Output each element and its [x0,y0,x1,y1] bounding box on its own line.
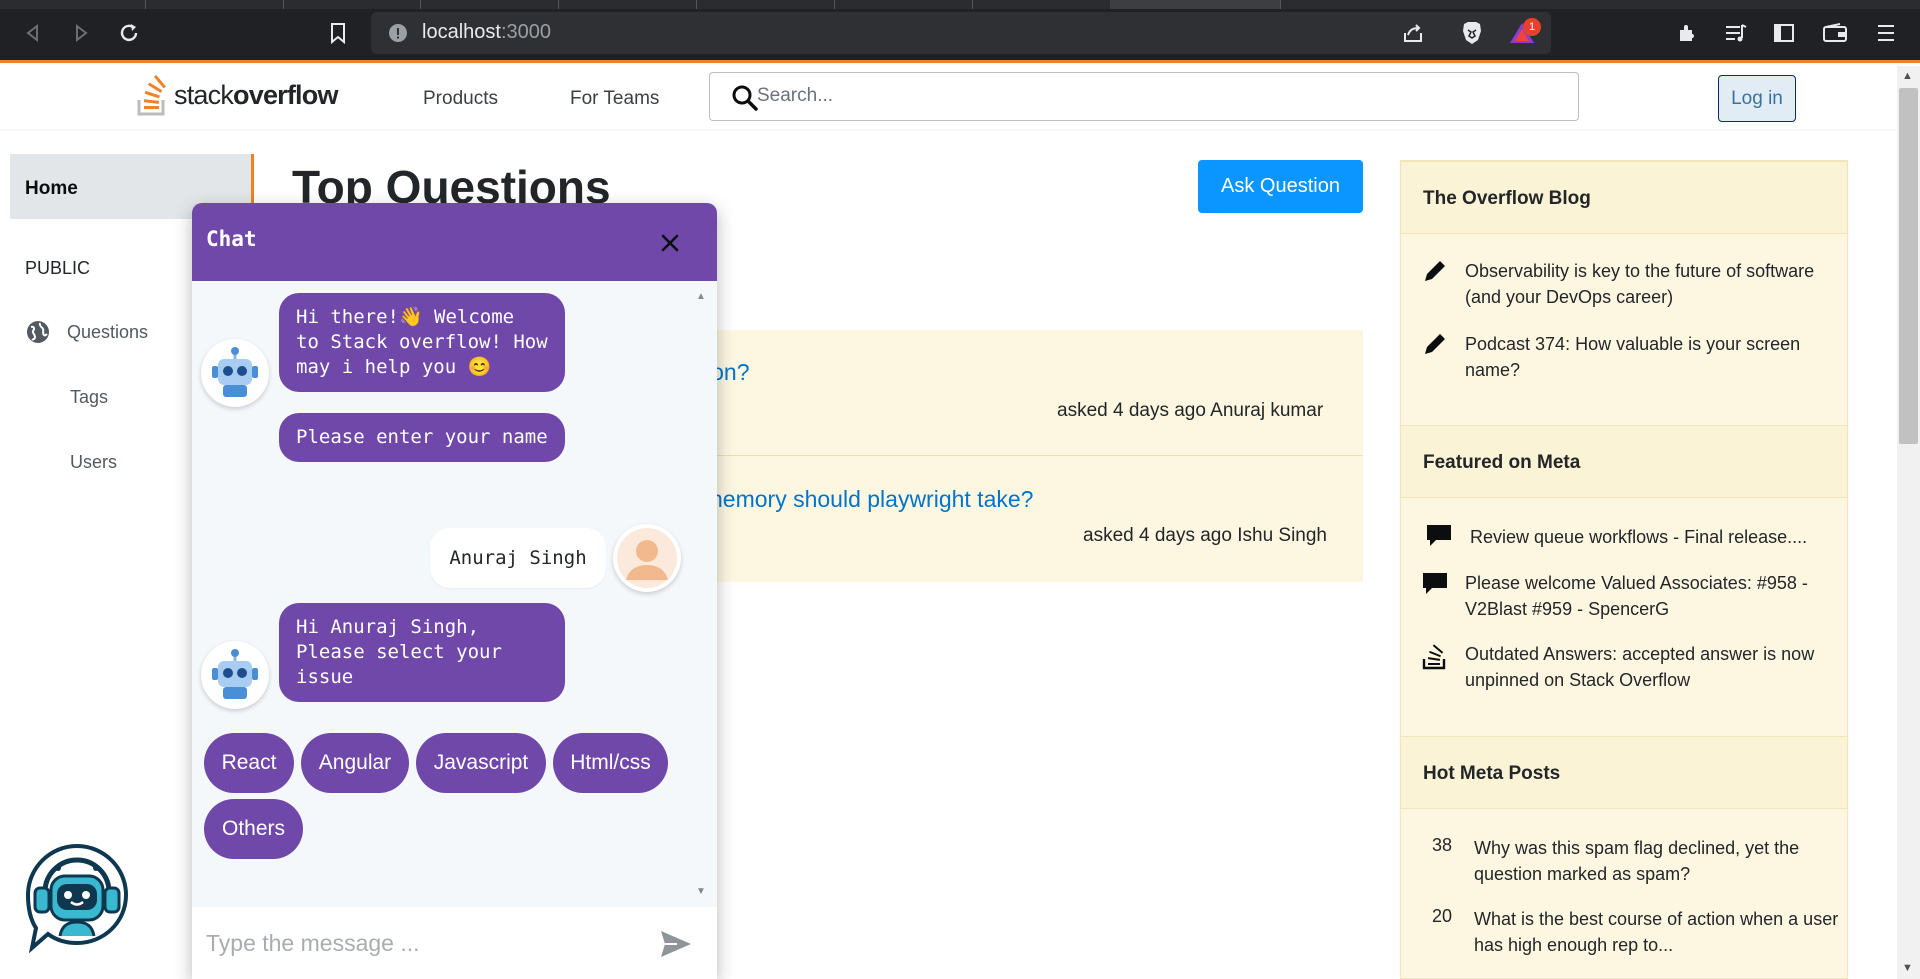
extensions-icon[interactable] [1674,19,1702,47]
forward-icon[interactable] [68,20,94,46]
back-icon[interactable] [20,20,46,46]
stack-logo-icon [137,74,166,116]
url-text[interactable]: localhost:3000 [422,21,551,44]
search-input[interactable] [757,74,1567,118]
meta-header: Featured on Meta [1401,425,1847,498]
blog-header: The Overflow Blog [1401,161,1847,234]
close-icon[interactable] [658,231,682,255]
globe-icon [27,321,49,343]
bot-message: Hi there!👋 Welcome to Stack overflow! Ho… [279,293,565,392]
login-button[interactable]: Log in [1718,75,1796,122]
bot-message: Hi Anuraj Singh, Please select your issu… [279,603,565,702]
chat-message-input[interactable] [206,921,646,965]
meta-item[interactable]: Outdated Answers: accepted answer is now… [1465,641,1835,693]
comment-icon [1427,525,1451,546]
tab-strip [0,0,1920,9]
sidebar-home-label: Home [25,178,78,199]
user-avatar [613,524,681,592]
chat-input-bar [192,907,717,979]
sidebar-item-tags[interactable]: Tags [70,387,108,408]
share-icon[interactable] [1399,19,1427,47]
chatbot-launcher-icon[interactable] [20,840,135,955]
option-html-css-button[interactable]: Html/css [553,733,668,793]
active-tab[interactable] [1110,0,1280,9]
menu-icon[interactable] [1872,19,1900,47]
sidebar-item-questions[interactable]: Questions [67,322,148,343]
search-icon [732,85,758,111]
logo-wordmark: stackoverflow [174,79,338,110]
sidebar-toggle-icon[interactable] [1770,19,1798,47]
sidebar-section-heading: PUBLIC [25,258,91,278]
option-others-button[interactable]: Others [204,799,303,859]
chat-header: Chat [192,203,717,281]
bot-avatar [201,641,269,709]
hot-meta-count: 20 [1431,906,1452,926]
option-react-button[interactable]: React [204,733,294,793]
playlist-icon[interactable] [1722,19,1750,47]
send-icon[interactable] [659,927,693,961]
ask-question-button[interactable]: Ask Question [1198,160,1363,213]
question-title[interactable]: hemory should playwright take? [710,486,1033,513]
hot-meta-title: Hot Meta Posts [1423,763,1561,784]
robot-icon [212,347,258,397]
hot-meta-item[interactable]: What is the best course of action when a… [1474,906,1839,958]
blog-item[interactable]: Observability is key to the future of so… [1465,258,1835,310]
scroll-up-icon[interactable]: ▲ [1902,70,1913,82]
option-angular-button[interactable]: Angular [301,733,409,793]
bot-message: Please enter your name [279,413,565,462]
reload-icon[interactable] [116,20,142,46]
pencil-icon [1425,261,1445,281]
question-meta: asked 4 days ago Anuraj kumar [1057,400,1324,421]
bookmark-icon[interactable] [324,19,352,47]
meta-item[interactable]: Please welcome Valued Associates: #958 -… [1465,570,1840,622]
hot-meta-header: Hot Meta Posts [1401,736,1847,809]
brave-shield-icon[interactable] [1458,19,1486,47]
hot-meta-count: 38 [1431,835,1452,855]
option-javascript-button[interactable]: Javascript [416,733,546,793]
pencil-icon [1425,334,1445,354]
notification-badge: 1 [1523,18,1541,36]
blog-title: The Overflow Blog [1423,188,1591,209]
meta-title: Featured on Meta [1423,452,1581,473]
sidebar-item-users[interactable]: Users [70,452,117,473]
chat-scroll-down-icon[interactable]: ▼ [696,886,706,897]
chat-title: Chat [206,227,257,251]
scroll-down-icon[interactable]: ▼ [1902,962,1913,974]
robot-icon [212,649,258,699]
hot-meta-item[interactable]: Why was this spam flag declined, yet the… [1474,835,1839,887]
user-message: Anuraj Singh [430,528,606,588]
bot-avatar [201,339,269,407]
blog-item[interactable]: Podcast 374: How valuable is your screen… [1465,331,1835,383]
nav-for-teams[interactable]: For Teams [570,88,659,110]
scrollbar-thumb[interactable] [1899,88,1918,444]
comment-icon [1423,573,1447,594]
chat-scroll-up-icon[interactable]: ▲ [696,291,706,302]
stack-icon [1422,644,1446,670]
chat-window: Chat ▲ ▼ Hi there!👋 Welcome to Stack ove… [192,203,717,979]
question-meta: asked 4 days ago Ishu Singh [1083,525,1328,546]
meta-item[interactable]: Review queue workflows - Final release..… [1470,524,1830,550]
site-info-icon[interactable] [384,19,412,47]
user-icon [617,528,677,588]
nav-products[interactable]: Products [423,88,498,110]
site-logo[interactable]: stackoverflow [136,74,338,116]
wallet-icon[interactable] [1821,19,1849,47]
